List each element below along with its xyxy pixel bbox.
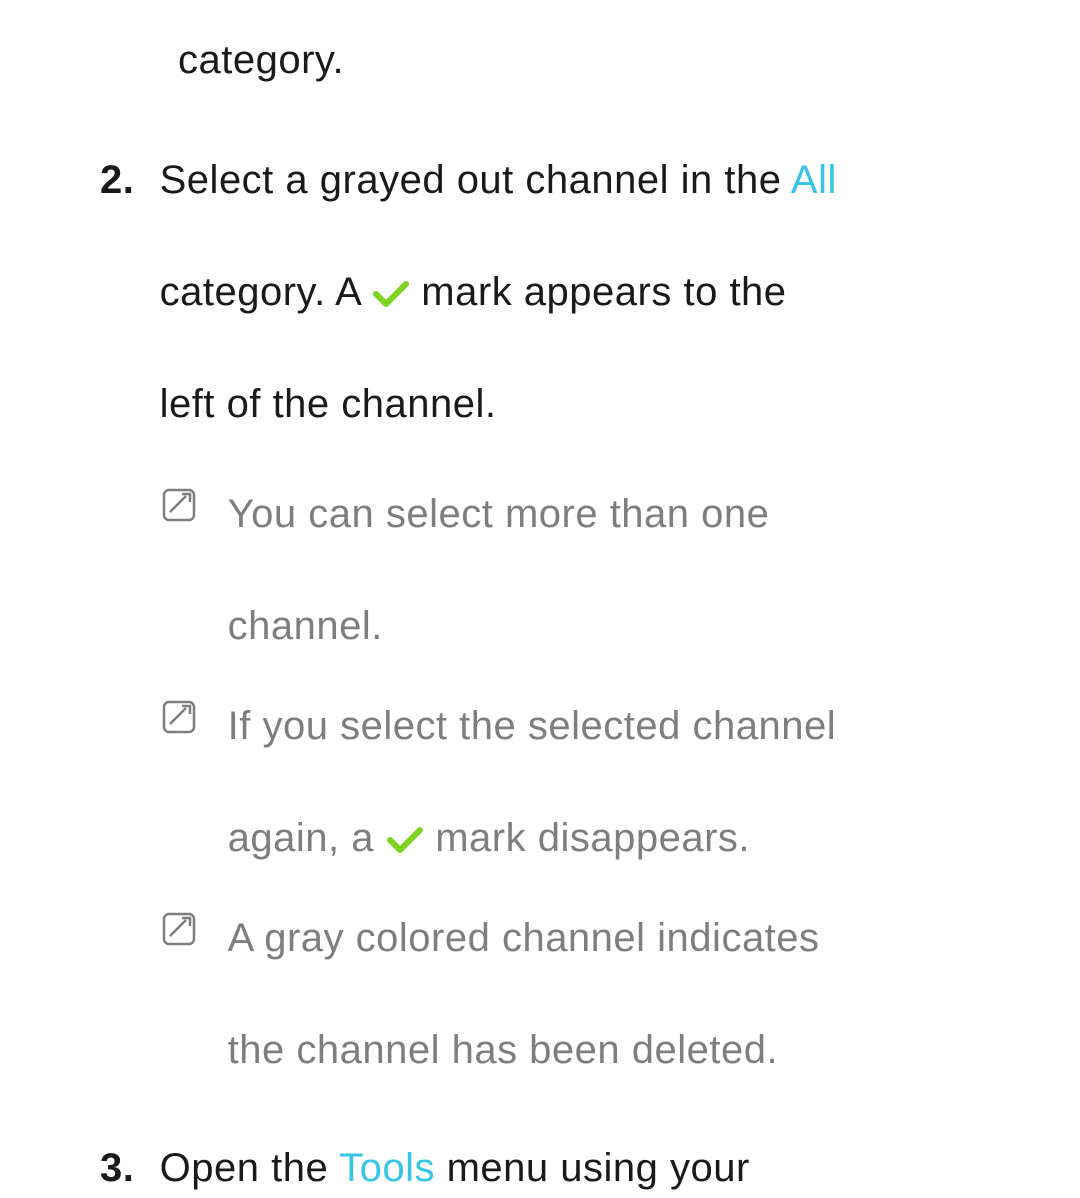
note-icon [162,484,200,522]
note2-line1: If you select the selected channel [228,696,1012,756]
step-number: 2. [100,150,148,210]
step2-text-part1: Select a grayed out channel in the [160,158,791,202]
check-icon [372,279,410,309]
note-icon [162,696,200,734]
note-icon [162,908,200,946]
step2-text-part4: left of the channel. [160,382,497,426]
note-1: You can select more than one channel. [162,484,1040,656]
note3-line2: the channel has been deleted. [228,1020,1012,1080]
note-2: If you select the selected channel again… [162,696,1040,868]
note-3: A gray colored channel indicates the cha… [162,908,1040,1080]
step3-text-part2: menu using your [435,1146,750,1190]
note1-line1: You can select more than one [228,484,1012,544]
highlight-tools: Tools [339,1146,435,1190]
fragment-text: category. [178,30,344,90]
step3-text-part1: Open the [160,1146,339,1190]
highlight-all: All [791,158,837,202]
step-number: 3. [100,1138,148,1198]
step-2: 2. Select a grayed out channel in the Al… [100,150,1040,434]
note2-line2a: again, a [228,816,386,860]
note3-line1: A gray colored channel indicates [228,908,1012,968]
check-icon [386,825,424,855]
note2-line2b: mark disappears. [424,816,750,860]
step2-text-part2: category. A [160,270,372,314]
step2-text-part3: mark appears to the [410,270,787,314]
note1-line2: channel. [228,596,1012,656]
step-3: 3. Open the Tools menu using your [100,1138,1040,1198]
